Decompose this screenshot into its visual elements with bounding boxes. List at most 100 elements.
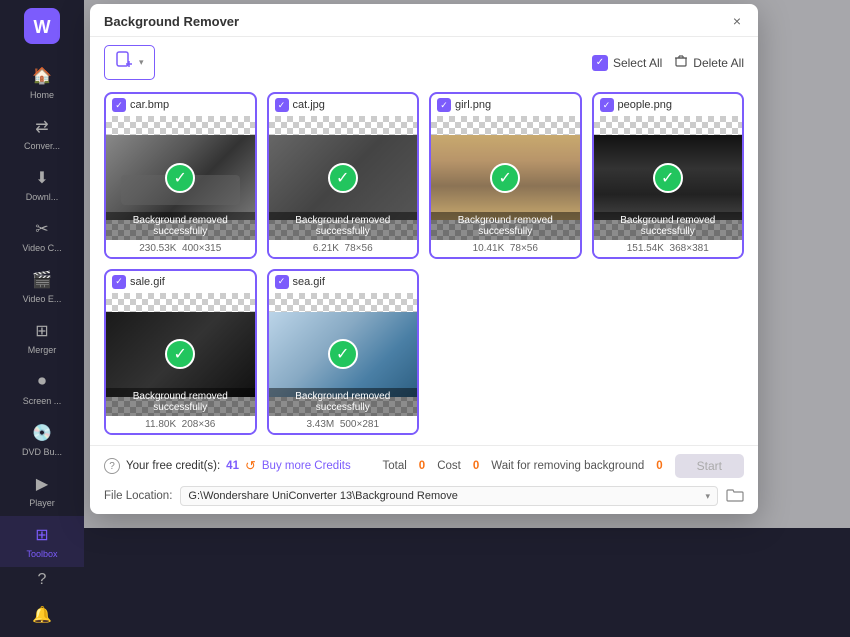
refresh-icon[interactable]: ↺	[245, 458, 256, 474]
credits-right: Total 0 Cost 0 Wait for removing backgro…	[383, 454, 745, 478]
card-header-sea: ✓ sea.gif	[269, 271, 418, 293]
dialog-titlebar: Background Remover ×	[90, 4, 758, 37]
image-card-sale: ✓ sale.gif ✓ Background removed successf…	[104, 269, 257, 436]
image-card-people: ✓ people.png ✓ Background removed succes…	[592, 92, 745, 259]
home-icon: 🏠	[31, 65, 53, 87]
status-text-car: Background removed successfully	[106, 212, 255, 240]
card-filename-cat: cat.jpg	[293, 99, 325, 111]
sidebar-item-home[interactable]: 🏠 Home	[0, 57, 84, 108]
card-image-car: ✓ Background removed successfully	[106, 116, 255, 240]
check-icon: ✓	[592, 55, 608, 71]
sidebar-item-screen-record[interactable]: ⏺ Screen ...	[0, 363, 84, 414]
download-icon: ⬇	[31, 167, 53, 189]
sidebar-item-dvd-burn[interactable]: 💿 DVD Bu...	[0, 414, 84, 465]
card-checkbox-cat[interactable]: ✓	[275, 98, 289, 112]
card-image-sea: ✓ Background removed successfully	[269, 293, 418, 417]
sidebar: W 🏠 Home ⇄ Conver... ⬇ Downl... ✂ Video …	[0, 0, 84, 528]
app-logo: W	[24, 8, 60, 49]
status-text-girl: Background removed successfully	[431, 212, 580, 240]
card-header-sale: ✓ sale.gif	[106, 271, 255, 293]
card-checkbox-car[interactable]: ✓	[112, 98, 126, 112]
video-edit-icon: 🎬	[31, 269, 53, 291]
image-card-girl: ✓ girl.png ✓ Background removed successf…	[429, 92, 582, 259]
notification-icon[interactable]: 🔔	[28, 601, 56, 629]
status-text-cat: Background removed successfully	[269, 212, 418, 240]
card-image-people: ✓ Background removed successfully	[594, 116, 743, 240]
card-footer-people: 151.54K 368×381	[594, 240, 743, 257]
toolbox-icon: ⊞	[31, 524, 53, 546]
card-footer-sea: 3.43M 500×281	[269, 416, 418, 433]
sidebar-item-video-compress[interactable]: ✂ Video C...	[0, 210, 84, 261]
sidebar-item-convert[interactable]: ⇄ Conver...	[0, 108, 84, 159]
card-image-cat: ✓ Background removed successfully	[269, 116, 418, 240]
card-checkbox-sale[interactable]: ✓	[112, 275, 126, 289]
sidebar-item-download[interactable]: ⬇ Downl...	[0, 159, 84, 210]
main-area: ...d the ing of aits ence und. ldata eta…	[84, 0, 850, 528]
start-button[interactable]: Start	[675, 454, 744, 478]
svg-text:W: W	[34, 17, 51, 37]
help-icon[interactable]: ?	[34, 567, 51, 593]
card-header-people: ✓ people.png	[594, 94, 743, 116]
file-path-input[interactable]: G:\Wondershare UniConverter 13\Backgroun…	[180, 486, 718, 506]
sidebar-item-video-edit[interactable]: 🎬 Video E...	[0, 261, 84, 312]
cost-label: Cost	[437, 460, 461, 472]
cost-value: 0	[473, 460, 479, 472]
dvd-burn-icon: 💿	[31, 422, 53, 444]
card-filename-sale: sale.gif	[130, 276, 165, 288]
trash-icon	[674, 54, 688, 71]
image-card-car: ✓ car.bmp ✓ Background removed successfu…	[104, 92, 257, 259]
card-header-car: ✓ car.bmp	[106, 94, 255, 116]
folder-browse-icon[interactable]	[726, 488, 744, 505]
card-header-girl: ✓ girl.png	[431, 94, 580, 116]
status-text-sale: Background removed successfully	[106, 388, 255, 416]
credits-left: ? Your free credit(s): 41 ↺ Buy more Cre…	[104, 458, 351, 474]
screen-record-icon: ⏺	[31, 371, 53, 393]
status-text-people: Background removed successfully	[594, 212, 743, 240]
file-location-row: File Location: G:\Wondershare UniConvert…	[104, 486, 744, 506]
toolbar-right: ✓ Select All	[592, 54, 744, 71]
card-image-girl: ✓ Background removed successfully	[431, 116, 580, 240]
card-filename-car: car.bmp	[130, 99, 169, 111]
merger-icon: ⊞	[31, 320, 53, 342]
sidebar-bottom: ? 🔔	[28, 567, 56, 637]
success-badge-girl: ✓	[490, 163, 520, 193]
dialog-toolbar: ▾ ✓ Select All	[90, 37, 758, 88]
player-icon: ▶	[31, 473, 53, 495]
sidebar-item-toolbox[interactable]: ⊞ Toolbox	[0, 516, 84, 567]
card-checkbox-sea[interactable]: ✓	[275, 275, 289, 289]
card-filename-girl: girl.png	[455, 99, 491, 111]
file-location-label: File Location:	[104, 490, 172, 502]
dialog-close-button[interactable]: ×	[728, 12, 746, 30]
delete-all-button[interactable]: Delete All	[674, 54, 744, 71]
select-all-button[interactable]: ✓ Select All	[592, 55, 662, 71]
sidebar-item-player[interactable]: ▶ Player	[0, 465, 84, 516]
buy-credits-link[interactable]: Buy more Credits	[262, 460, 351, 472]
total-value: 0	[419, 460, 425, 472]
dialog-title: Background Remover	[104, 14, 239, 29]
card-filename-sea: sea.gif	[293, 276, 325, 288]
sidebar-item-merger[interactable]: ⊞ Merger	[0, 312, 84, 363]
add-file-icon	[115, 50, 135, 75]
card-footer-cat: 6.21K 78×56	[269, 240, 418, 257]
success-badge-cat: ✓	[328, 163, 358, 193]
path-dropdown-arrow: ▾	[705, 491, 710, 502]
add-files-button[interactable]: ▾	[104, 45, 155, 80]
dialog-overlay: Background Remover ×	[84, 0, 850, 528]
card-checkbox-people[interactable]: ✓	[600, 98, 614, 112]
credits-count: 41	[226, 460, 239, 472]
image-card-sea: ✓ sea.gif ✓ Background removed successfu…	[267, 269, 420, 436]
add-dropdown-arrow: ▾	[139, 57, 144, 68]
card-header-cat: ✓ cat.jpg	[269, 94, 418, 116]
card-footer-sale: 11.80K 208×36	[106, 416, 255, 433]
credits-label: Your free credit(s):	[126, 460, 220, 472]
card-filename-people: people.png	[618, 99, 672, 111]
help-circle-icon[interactable]: ?	[104, 458, 120, 474]
credits-row: ? Your free credit(s): 41 ↺ Buy more Cre…	[104, 454, 744, 478]
success-badge-sea: ✓	[328, 339, 358, 369]
video-compress-icon: ✂	[31, 218, 53, 240]
image-card-cat: ✓ cat.jpg ✓ Background removed successfu…	[267, 92, 420, 259]
toolbar-left: ▾	[104, 45, 155, 80]
wait-value: 0	[656, 460, 662, 472]
success-badge-people: ✓	[653, 163, 683, 193]
card-checkbox-girl[interactable]: ✓	[437, 98, 451, 112]
